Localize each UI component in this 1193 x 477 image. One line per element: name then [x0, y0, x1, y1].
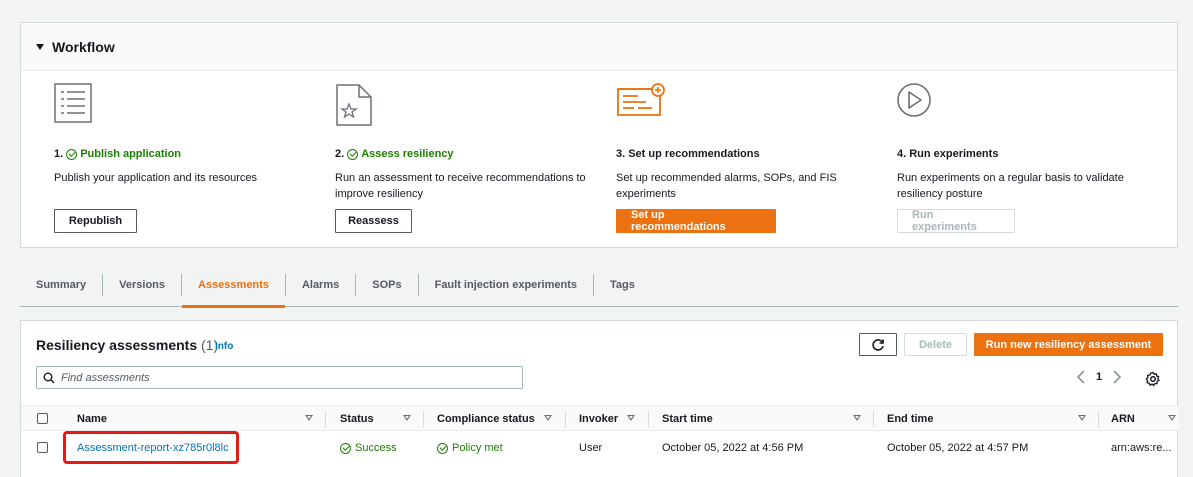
workflow-panel: Workflow 1. Publish application Publish … [20, 22, 1178, 248]
step-description: Run experiments on a regular basis to va… [897, 172, 1124, 200]
republish-button[interactable]: Republish [54, 209, 137, 233]
tab-fault-injection-experiments[interactable]: Fault injection experiments [419, 263, 593, 307]
invoker-cell: User [579, 442, 603, 454]
refresh-button[interactable] [859, 333, 897, 356]
step-description: Set up recommended alarms, SOPs, and FIS… [616, 172, 837, 200]
select-all-checkbox[interactable] [37, 413, 48, 424]
step-description: Run an assessment to receive recommendat… [335, 172, 586, 200]
end-time-cell: October 05, 2022 at 4:57 PM [887, 442, 1029, 454]
workflow-step-experiments: 4. Run experiments Run experiments on a … [897, 83, 1157, 204]
tab-alarms[interactable]: Alarms [286, 263, 355, 307]
check-circle-icon [437, 442, 448, 454]
step-number: 4. [897, 148, 907, 160]
workflow-step-publish: 1. Publish application Publish your appl… [54, 83, 314, 204]
current-page[interactable]: 1 [1096, 371, 1102, 383]
sort-icon[interactable] [403, 415, 411, 421]
gear-icon[interactable] [1145, 371, 1161, 387]
delete-button[interactable]: Delete [904, 333, 967, 356]
start-time-cell: October 05, 2022 at 4:56 PM [662, 442, 804, 454]
column-divider [565, 411, 566, 427]
highlight-box [63, 431, 239, 464]
workflow-header[interactable]: Workflow [21, 23, 1177, 71]
column-header-arn[interactable]: ARN [1111, 406, 1135, 432]
column-header-start-time[interactable]: Start time [662, 406, 713, 432]
column-header-compliance-status[interactable]: Compliance status [437, 406, 535, 432]
check-circle-icon [66, 148, 78, 160]
resiliency-assessments-panel: Resiliency assessments (1) Info Delete R… [20, 320, 1179, 477]
step-title: 4. Run experiments [897, 147, 1157, 161]
workflow-title: Workflow [52, 38, 115, 55]
refresh-icon [872, 338, 884, 351]
column-header-name[interactable]: Name [77, 406, 107, 432]
search-input[interactable] [61, 371, 501, 384]
sort-icon[interactable] [1078, 415, 1086, 421]
play-circle-icon [897, 83, 1157, 127]
sort-icon[interactable] [544, 415, 552, 421]
column-divider [423, 411, 424, 427]
status-text: Success [355, 442, 397, 454]
chevron-right-icon[interactable] [1112, 370, 1122, 384]
search-icon [43, 372, 55, 383]
column-divider [325, 411, 326, 427]
chevron-left-icon[interactable] [1076, 370, 1086, 384]
step-description: Publish your application and its resourc… [54, 172, 258, 184]
tab-assessments[interactable]: Assessments [182, 263, 285, 308]
step-number: 1. [54, 148, 64, 160]
tab-tags[interactable]: Tags [594, 263, 651, 307]
pagination: 1 [1076, 370, 1122, 384]
row-checkbox[interactable] [37, 442, 48, 453]
tab-sops[interactable]: SOPs [356, 263, 417, 307]
panel-title: Resiliency assessments (1) [36, 337, 218, 353]
run-new-assessment-button[interactable]: Run new resiliency assessment [974, 333, 1163, 356]
column-divider [873, 411, 874, 427]
workflow-step-assess: 2. Assess resiliency Run an assessment t… [335, 83, 595, 204]
check-circle-icon [347, 148, 359, 160]
workflow-step-recommendations: 3. Set up recommendations Set up recomme… [616, 83, 876, 204]
step-title-text: Assess resiliency [361, 148, 454, 160]
column-header-invoker[interactable]: Invoker [579, 406, 618, 432]
column-divider [648, 411, 649, 427]
tab-bar: Summary Versions Assessments Alarms SOPs… [20, 263, 1178, 308]
caret-down-icon[interactable] [36, 43, 44, 50]
compliance-cell: Policy met [437, 432, 503, 464]
list-document-icon [54, 83, 314, 127]
step-number: 3. [616, 148, 626, 160]
sort-icon[interactable] [627, 415, 635, 421]
panel-title-text: Resiliency assessments [36, 337, 198, 353]
column-header-status[interactable]: Status [340, 406, 374, 432]
table-header: Name Status Compliance status Invoker St… [21, 405, 1179, 431]
step-title: 3. Set up recommendations [616, 147, 876, 161]
sort-icon[interactable] [305, 415, 313, 421]
search-box[interactable] [36, 366, 523, 389]
arn-cell: arn:aws:re... [1111, 442, 1172, 454]
step-title-text: Run experiments [909, 148, 999, 160]
sort-icon[interactable] [853, 415, 861, 421]
step-title: 1. Publish application [54, 147, 314, 161]
sort-icon[interactable] [1168, 415, 1176, 421]
step-number: 2. [335, 148, 345, 160]
info-link[interactable]: Info [215, 341, 233, 352]
column-header-end-time[interactable]: End time [887, 406, 933, 432]
compliance-text: Policy met [452, 442, 503, 454]
tab-versions[interactable]: Versions [103, 263, 181, 307]
set-up-recommendations-button[interactable]: Set up recommendations [616, 209, 776, 233]
step-title: 2. Assess resiliency [335, 147, 595, 161]
recommendations-icon [616, 83, 876, 127]
step-title-text: Publish application [80, 148, 182, 160]
column-divider [1098, 411, 1099, 427]
check-circle-icon [340, 442, 351, 454]
tab-summary[interactable]: Summary [20, 263, 102, 307]
reassess-button[interactable]: Reassess [335, 209, 412, 233]
step-title-text: Set up recommendations [628, 148, 760, 160]
star-document-icon [335, 83, 595, 127]
run-experiments-button[interactable]: Run experiments [897, 209, 1015, 233]
status-cell: Success [340, 432, 397, 464]
